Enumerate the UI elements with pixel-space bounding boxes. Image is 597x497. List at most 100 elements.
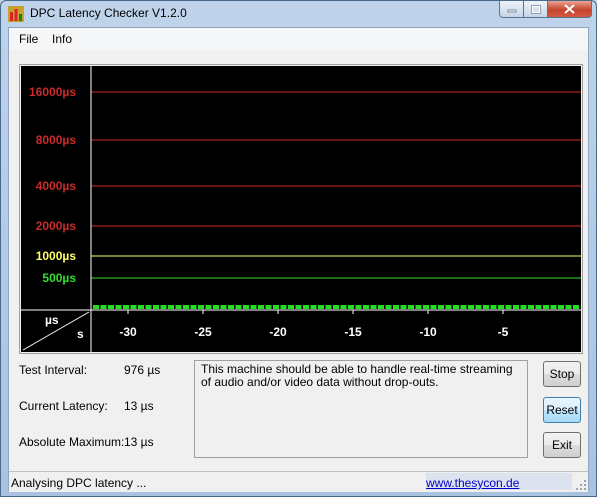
latency-bar: [228, 305, 234, 309]
latency-bar: [423, 305, 429, 309]
client-area: File Info 16000µs 8000µs 4000µs 2000µs 1000µ…: [8, 27, 589, 492]
maximize-icon: [530, 4, 541, 14]
x-tick-label: -30: [119, 325, 137, 339]
menu-file[interactable]: File: [19, 32, 38, 46]
latency-bar: [198, 305, 204, 309]
maximize-button[interactable]: [524, 1, 548, 18]
latency-bar: [385, 305, 392, 309]
resize-grip-icon[interactable]: [575, 479, 587, 491]
latency-bar: [378, 305, 384, 309]
result-message: This machine should be able to handle re…: [194, 360, 528, 458]
minimize-button[interactable]: [499, 1, 524, 18]
x-unit-label: s: [77, 327, 84, 341]
latency-bar: [475, 305, 482, 309]
latency-bar: [100, 305, 107, 309]
latency-bar: [160, 305, 167, 309]
latency-bar: [190, 305, 197, 309]
latency-bar: [460, 305, 467, 309]
latency-bar: [205, 305, 212, 309]
latency-bar: [280, 305, 287, 309]
current-latency-value: 13 µs: [124, 399, 154, 413]
latency-bar: [265, 305, 272, 309]
latency-bar: [295, 305, 302, 309]
latency-bar: [213, 305, 219, 309]
y-tick-label: 1000µs: [36, 249, 77, 263]
latency-bar: [445, 305, 452, 309]
current-latency-label: Current Latency:: [19, 399, 108, 413]
latency-bar: [115, 305, 122, 309]
latency-bar: [393, 305, 399, 309]
latency-bar: [220, 305, 227, 309]
menu-bar: File Info: [9, 28, 588, 50]
latency-bar: [183, 305, 189, 309]
x-tick-label: -15: [344, 325, 362, 339]
latency-bar: [333, 305, 339, 309]
latency-bar: [408, 305, 414, 309]
latency-bar: [175, 305, 182, 309]
latency-bar: [303, 305, 309, 309]
latency-bar: [325, 305, 332, 309]
latency-bar: [340, 305, 347, 309]
latency-bar: [400, 305, 407, 309]
absolute-max-value: 13 µs: [124, 435, 154, 449]
y-unit-label: µs: [45, 313, 59, 327]
y-tick-label: 16000µs: [29, 85, 76, 99]
latency-bar: [108, 305, 114, 309]
latency-bar: [483, 305, 489, 309]
latency-bar: [258, 305, 264, 309]
latency-bar: [168, 305, 174, 309]
menu-info[interactable]: Info: [52, 32, 72, 46]
latency-bar: [363, 305, 369, 309]
exit-button[interactable]: Exit: [543, 432, 581, 458]
status-text: Analysing DPC latency ...: [11, 476, 147, 490]
latency-bar: [528, 305, 534, 309]
status-link-panel: www.thesycon.de: [426, 473, 572, 490]
latency-bar: [520, 305, 527, 309]
close-icon: [564, 4, 575, 14]
latency-bar: [153, 305, 159, 309]
latency-bar: [550, 305, 557, 309]
x-tick-label: -5: [498, 325, 509, 339]
latency-bar: [415, 305, 422, 309]
stop-button[interactable]: Stop: [543, 361, 581, 387]
reset-button[interactable]: Reset: [543, 397, 581, 423]
latency-bar: [573, 305, 579, 309]
latency-bar: [453, 305, 459, 309]
x-tick-label: -25: [194, 325, 212, 339]
test-interval-value: 976 µs: [124, 363, 161, 377]
latency-bar: [543, 305, 549, 309]
latency-bar: [93, 305, 99, 309]
latency-bar: [438, 305, 444, 309]
app-window: DPC Latency Checker V1.2.0 File Info 160…: [0, 0, 597, 497]
latency-bar: [123, 305, 129, 309]
latency-bar: [370, 305, 377, 309]
latency-bar: [558, 305, 564, 309]
minimize-icon: [507, 9, 516, 13]
x-tick-label: -20: [269, 325, 287, 339]
latency-bar: [430, 305, 437, 309]
absolute-max-label: Absolute Maximum:: [19, 435, 125, 449]
latency-bar: [348, 305, 354, 309]
latency-bar: [273, 305, 279, 309]
website-link[interactable]: www.thesycon.de: [426, 476, 519, 490]
test-interval-label: Test Interval:: [19, 363, 88, 377]
latency-bar: [505, 305, 512, 309]
status-bar: Analysing DPC latency ... www.thesycon.d…: [9, 471, 588, 492]
x-tick-label: -10: [419, 325, 437, 339]
latency-bar: [355, 305, 362, 309]
latency-bar: [250, 305, 257, 309]
latency-bar: [235, 305, 242, 309]
latency-bar: [535, 305, 542, 309]
latency-graph-svg: 16000µs 8000µs 4000µs 2000µs 1000µs 500µs µs s -…: [21, 66, 581, 352]
latency-bar: [138, 305, 144, 309]
app-icon: [8, 6, 24, 22]
y-tick-label: 4000µs: [36, 179, 77, 193]
latency-bar: [310, 305, 317, 309]
close-button[interactable]: [548, 1, 592, 18]
latency-graph: 16000µs 8000µs 4000µs 2000µs 1000µs 500µs µs s -…: [21, 66, 581, 352]
latency-bar: [145, 305, 152, 309]
latency-bar: [490, 305, 497, 309]
title-bar[interactable]: DPC Latency Checker V1.2.0: [1, 1, 596, 27]
latency-bar: [498, 305, 504, 309]
latency-bar: [468, 305, 474, 309]
